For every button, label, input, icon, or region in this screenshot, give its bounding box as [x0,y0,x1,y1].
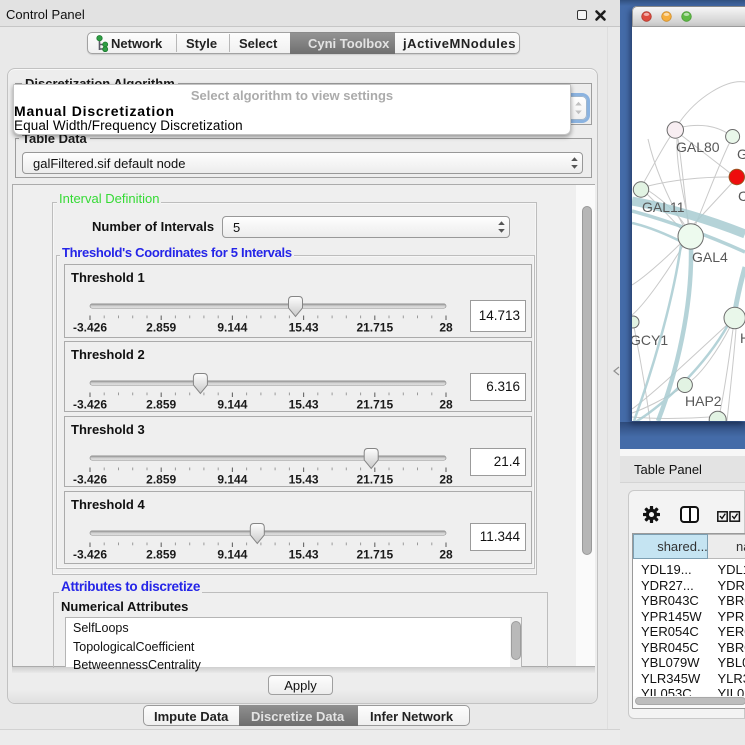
svg-text:15.43: 15.43 [289,398,319,412]
svg-text:-3.426: -3.426 [73,398,107,412]
svg-text:2.859: 2.859 [146,398,176,412]
svg-text:-3.426: -3.426 [73,473,107,487]
svg-text:GCY1: GCY1 [632,332,668,348]
svg-text:9.144: 9.144 [217,398,247,412]
svg-text:15.43: 15.43 [289,548,319,562]
svg-text:9.144: 9.144 [217,548,247,562]
svg-text:H: H [740,330,745,346]
svg-text:21.715: 21.715 [356,321,393,335]
svg-text:C: C [738,188,745,204]
svg-text:-3.426: -3.426 [73,321,107,335]
svg-text:28: 28 [439,398,453,412]
svg-text:HAP2: HAP2 [685,393,722,409]
svg-text:9.144: 9.144 [217,321,247,335]
svg-text:28: 28 [439,321,453,335]
svg-text:28: 28 [439,548,453,562]
svg-text:21.715: 21.715 [356,398,393,412]
svg-text:28: 28 [439,473,453,487]
svg-text:2.859: 2.859 [146,473,176,487]
svg-text:2.859: 2.859 [146,548,176,562]
svg-text:GAL4: GAL4 [692,249,728,265]
svg-text:9.144: 9.144 [217,473,247,487]
svg-text:GA: GA [737,146,745,162]
svg-text:15.43: 15.43 [289,321,319,335]
svg-text:15.43: 15.43 [289,473,319,487]
svg-text:21.715: 21.715 [356,548,393,562]
svg-text:GAL80: GAL80 [676,139,720,155]
svg-text:2.859: 2.859 [146,321,176,335]
svg-text:21.715: 21.715 [356,473,393,487]
svg-text:GAL11: GAL11 [642,199,685,215]
svg-text:-3.426: -3.426 [73,548,107,562]
